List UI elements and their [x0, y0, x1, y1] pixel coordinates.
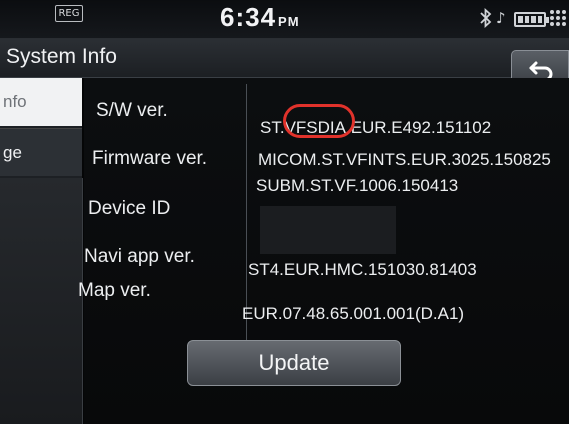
- highlight-ring: [283, 104, 355, 138]
- sidebar-item-storage[interactable]: ge: [0, 128, 82, 176]
- sw-version-label: S/W ver.: [96, 100, 168, 121]
- signal-dots-icon: [550, 10, 566, 26]
- page-title: System Info: [6, 45, 117, 68]
- clock: 6:34 PM: [220, 2, 300, 33]
- bluetooth-icon: [480, 8, 492, 28]
- sidebar-item-system-info[interactable]: nfo: [0, 78, 82, 126]
- status-bar: REG 6:34 PM ♪: [0, 0, 569, 39]
- map-version-value: EUR.07.48.65.001.001(D.A1): [242, 304, 465, 323]
- battery-icon: [514, 12, 549, 27]
- firmware-version-value-1: MICOM.ST.VFINTS.EUR.3025.150825: [258, 150, 551, 169]
- clock-time: 6:34: [220, 2, 277, 32]
- map-version-label: Map ver.: [78, 280, 151, 301]
- device-id-label: Device ID: [88, 198, 171, 219]
- update-button[interactable]: Update: [187, 340, 401, 386]
- firmware-version-label: Firmware ver.: [92, 148, 208, 169]
- device-id-value-redacted: [260, 206, 396, 254]
- title-bar: System Info: [0, 39, 569, 78]
- sw-version-prefix: ST.: [260, 118, 285, 137]
- navi-app-version-label: Navi app ver.: [84, 246, 195, 267]
- clock-ampm: PM: [278, 14, 300, 29]
- sidebar-empty-area: [0, 178, 83, 424]
- navi-app-version-value: ST4.EUR.HMC.151030.81403: [248, 260, 477, 279]
- firmware-version-value-2: SUBM.ST.VF.1006.150413: [256, 176, 459, 195]
- sidebar: nfo ge: [0, 78, 83, 424]
- sw-version-suffix: EUR.E492.151102: [350, 118, 492, 137]
- music-note-icon: ♪: [496, 9, 506, 27]
- reg-badge: REG: [55, 5, 83, 22]
